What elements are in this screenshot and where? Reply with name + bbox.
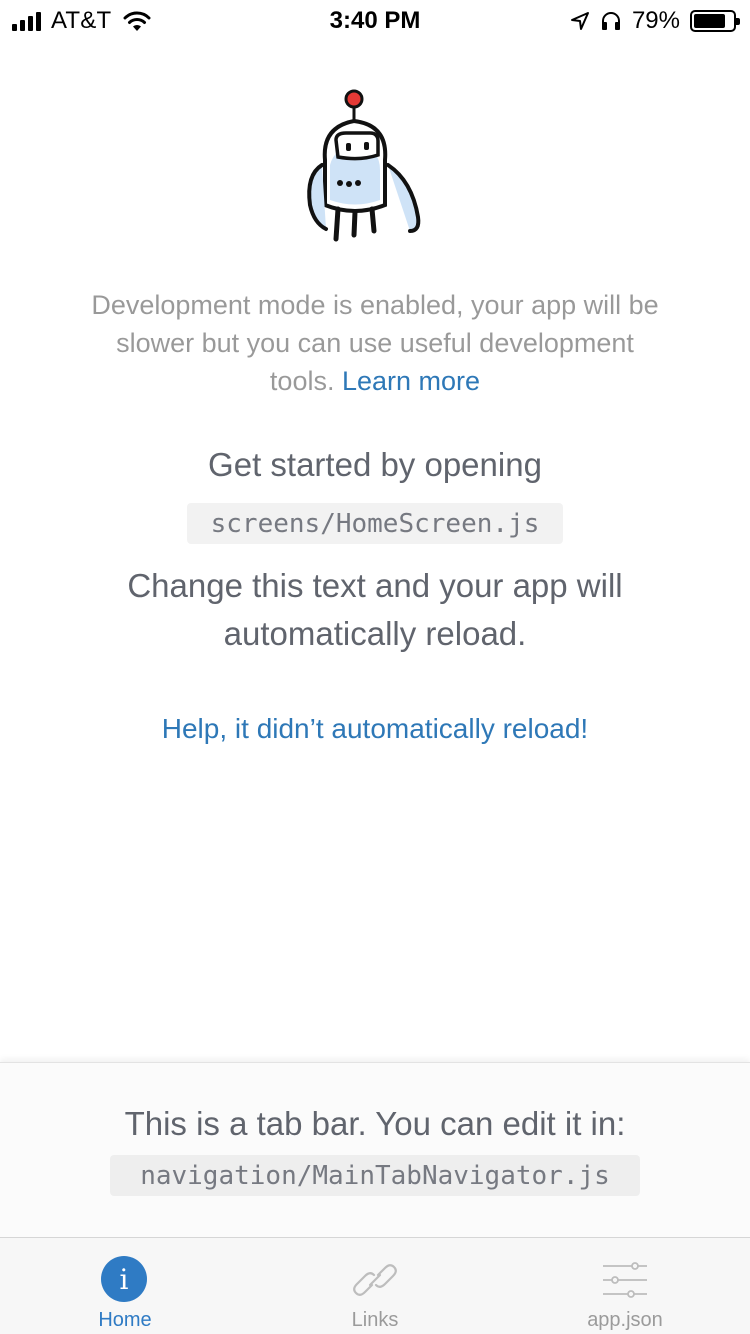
status-bar: AT&T 3:40 PM 79% bbox=[0, 0, 750, 40]
info-icon: i bbox=[101, 1256, 149, 1304]
tab-app-json[interactable]: app.json bbox=[500, 1238, 750, 1334]
tab-bar: i Home Links app.json bbox=[0, 1237, 750, 1334]
tab-links-label: Links bbox=[351, 1309, 399, 1331]
link-icon bbox=[353, 1264, 397, 1296]
tab-navigator-path: navigation/MainTabNavigator.js bbox=[110, 1155, 640, 1196]
tab-bar-info: This is a tab bar. You can edit it in: n… bbox=[0, 1062, 750, 1237]
learn-more-link[interactable]: Learn more bbox=[342, 366, 480, 396]
battery-icon bbox=[690, 10, 740, 32]
home-screen-path: screens/HomeScreen.js bbox=[187, 503, 563, 544]
options-icon bbox=[603, 1262, 647, 1298]
get-started-text: Get started by opening bbox=[208, 446, 542, 483]
change-text: Change this text and your app will autom… bbox=[127, 567, 623, 652]
robot-logo bbox=[307, 89, 421, 242]
dev-mode-text: Development mode is enabled, your app wi… bbox=[90, 286, 660, 400]
tab-bar-info-text: This is a tab bar. You can edit it in: bbox=[124, 1105, 626, 1142]
headphones-icon bbox=[601, 12, 620, 30]
status-right: 79% bbox=[570, 7, 740, 35]
tab-app-json-label: app.json bbox=[587, 1309, 663, 1331]
battery-percent: 79% bbox=[631, 7, 680, 34]
tab-home[interactable]: i Home bbox=[0, 1238, 250, 1334]
tab-home-label: Home bbox=[98, 1309, 152, 1331]
location-arrow-icon bbox=[570, 12, 589, 30]
screen: AT&T 3:40 PM 79% Development mode is ena… bbox=[0, 0, 750, 1334]
help-reload-link[interactable]: Help, it didn’t automatically reload! bbox=[0, 713, 750, 745]
tab-links[interactable]: Links bbox=[250, 1238, 500, 1334]
